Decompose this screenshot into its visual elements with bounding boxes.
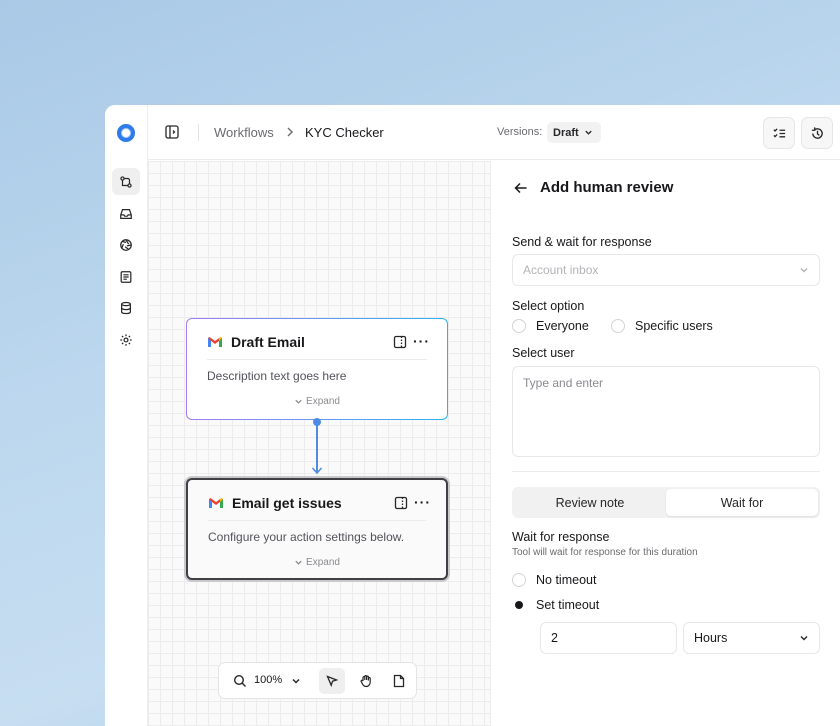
option-set-timeout[interactable]: Set timeout [512, 598, 599, 612]
radio-button[interactable] [611, 319, 625, 333]
aperture-icon [120, 238, 132, 251]
history-icon [811, 126, 823, 139]
expand-label: Expand [306, 396, 340, 407]
tab-review-note[interactable]: Review note [514, 489, 666, 516]
arrow-down-icon [311, 467, 323, 475]
expand-button[interactable]: Expand [188, 557, 446, 568]
option-label: Specific users [635, 319, 713, 333]
divider [207, 359, 427, 360]
panel-toggle-icon[interactable] [393, 335, 407, 349]
chevron-down-icon [295, 399, 302, 404]
node-title: Draft Email [231, 334, 305, 350]
versions-label: Versions: [497, 126, 543, 138]
wait-hint: Tool will wait for response for this dur… [512, 547, 698, 558]
timeout-value: 2 [551, 631, 558, 645]
database-icon [121, 301, 131, 314]
database-nav-button[interactable] [112, 294, 140, 321]
git-branch-icon [120, 175, 132, 188]
workflow-canvas[interactable]: Draft Email ··· Description text goes he… [148, 161, 490, 726]
zoom-icon[interactable] [233, 674, 247, 688]
connector-handle[interactable] [313, 418, 321, 426]
inbox-icon [120, 208, 132, 219]
select-user-label: Select user [512, 346, 575, 360]
user-input[interactable]: Type and enter [512, 366, 820, 457]
breadcrumb-workflows[interactable]: Workflows [214, 125, 274, 140]
app-window: Workflows KYC Checker Versions: Draft Dr… [105, 105, 840, 726]
divider [512, 471, 820, 472]
expand-button[interactable]: Expand [187, 396, 447, 407]
more-options-button[interactable]: ··· [413, 333, 430, 349]
divider [198, 124, 199, 141]
radio-button-selected[interactable] [512, 598, 526, 612]
zoom-toolbar: 100% [218, 662, 417, 699]
user-placeholder: Type and enter [523, 376, 604, 390]
more-options-button[interactable]: ··· [414, 494, 431, 510]
account-select[interactable]: Account inbox [512, 254, 820, 286]
radio-button[interactable] [512, 319, 526, 333]
checklist-button[interactable] [763, 117, 795, 149]
breadcrumb-current: KYC Checker [305, 125, 384, 140]
send-wait-label: Send & wait for response [512, 235, 652, 249]
gear-icon [120, 333, 132, 346]
review-tabs: Review note Wait for [512, 487, 820, 518]
option-specific-users[interactable]: Specific users [611, 319, 713, 333]
logs-nav-button[interactable] [112, 263, 140, 290]
workflows-nav-button[interactable] [112, 168, 140, 195]
sidebar-toggle-icon[interactable] [165, 125, 179, 139]
chevron-down-icon [584, 130, 592, 135]
divider [208, 520, 426, 521]
panel-title: Add human review [540, 179, 674, 196]
panel-toggle-icon[interactable] [394, 496, 408, 510]
cursor-pointer-icon [326, 675, 339, 688]
settings-nav-button[interactable] [112, 326, 140, 353]
version-value: Draft [553, 126, 579, 139]
wait-label: Wait for response [512, 530, 610, 544]
tab-wait-for[interactable]: Wait for [666, 489, 818, 516]
checklist-icon [772, 127, 785, 138]
hand-icon [360, 675, 371, 688]
zoom-level[interactable]: 100% [254, 674, 282, 686]
node-title: Email get issues [232, 495, 342, 511]
inbox-nav-button[interactable] [112, 200, 140, 227]
timeout-value-input[interactable]: 2 [540, 622, 677, 654]
history-button[interactable] [801, 117, 833, 149]
chevron-down-icon [800, 636, 808, 641]
option-label: No timeout [536, 573, 597, 587]
select-tool-button[interactable] [319, 668, 345, 694]
node-description: Configure your action settings below. [208, 530, 405, 544]
radio-button[interactable] [512, 573, 526, 587]
top-bar: Workflows KYC Checker Versions: Draft [148, 105, 840, 160]
integrations-nav-button[interactable] [112, 231, 140, 258]
chevron-down-icon [295, 560, 302, 565]
option-no-timeout[interactable]: No timeout [512, 573, 596, 587]
expand-label: Expand [306, 557, 340, 568]
document-list-icon [120, 270, 132, 283]
hand-tool-button[interactable] [353, 668, 379, 694]
workflow-node-draft-email[interactable]: Draft Email ··· Description text goes he… [186, 318, 448, 420]
timeout-unit-select[interactable]: Hours [683, 622, 820, 654]
select-option-label: Select option [512, 299, 585, 313]
option-label: Set timeout [536, 598, 600, 612]
chevron-right-icon [287, 127, 293, 137]
note-tool-button[interactable] [386, 668, 412, 694]
timeout-unit: Hours [694, 631, 728, 645]
chevron-down-icon [800, 268, 808, 273]
config-panel: Add human review Send & wait for respons… [490, 161, 840, 726]
arrow-left-icon[interactable] [513, 181, 528, 195]
node-description: Description text goes here [207, 369, 347, 383]
sticky-note-icon [393, 674, 405, 688]
gmail-icon [208, 337, 222, 347]
option-everyone[interactable]: Everyone [512, 319, 589, 333]
workflow-node-email-get-issues[interactable]: Email get issues ··· Configure your acti… [186, 478, 448, 580]
gmail-icon [209, 498, 223, 508]
account-placeholder: Account inbox [523, 263, 599, 277]
version-select[interactable]: Draft [547, 122, 601, 143]
chevron-down-icon[interactable] [291, 675, 301, 687]
left-rail [105, 105, 148, 726]
logo-icon[interactable] [117, 124, 135, 142]
option-label: Everyone [536, 319, 589, 333]
